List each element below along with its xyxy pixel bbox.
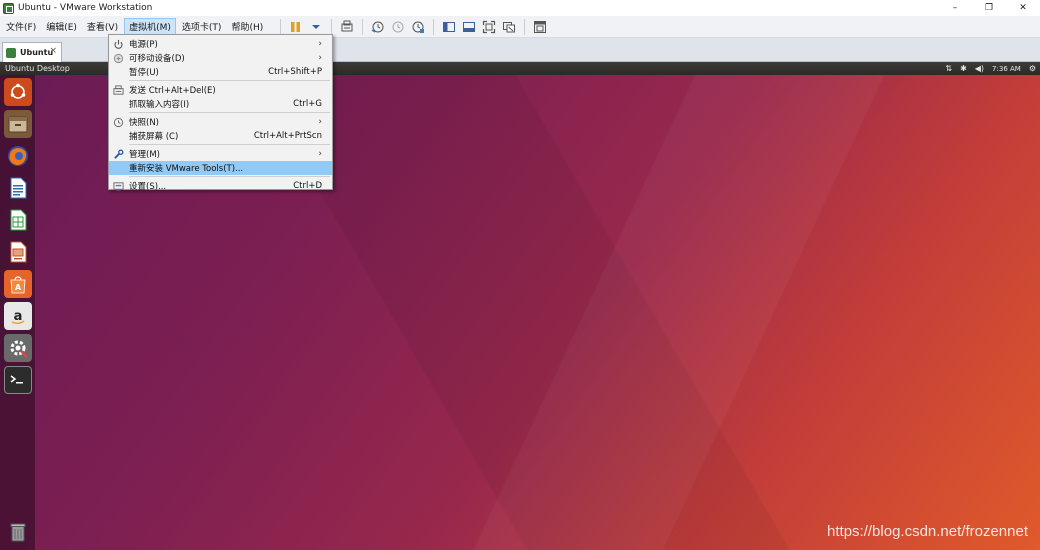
firefox-icon[interactable] — [4, 142, 32, 170]
submenu-arrow-icon: › — [318, 53, 322, 63]
menu-view[interactable]: 查看(V) — [83, 18, 122, 36]
console-view-icon[interactable] — [531, 18, 549, 36]
menu-item-removable-devices[interactable]: 可移动设备(D) › — [109, 51, 332, 65]
keyboard-icon — [112, 84, 124, 96]
thumbnail-view-icon[interactable] — [460, 18, 478, 36]
menu-item-capture-screen[interactable]: 捕获屏幕 (C) Ctrl+Alt+PrtScn — [109, 129, 332, 143]
power-icon — [112, 38, 124, 50]
window-controls: – ❐ ✕ — [938, 0, 1040, 16]
desktop-title: Ubuntu Desktop — [5, 64, 70, 73]
pause-icon[interactable] — [287, 18, 305, 36]
snapshot-take-icon[interactable] — [369, 18, 387, 36]
unity-launcher: A a — [0, 75, 36, 550]
menu-item-pause[interactable]: 暂停(U) Ctrl+Shift+P — [109, 65, 332, 79]
menu-item-manage[interactable]: 管理(M) › — [109, 147, 332, 161]
clock[interactable]: 7:36 AM — [992, 65, 1021, 73]
menu-item-label: 设置(S)... — [129, 182, 167, 192]
menu-vm[interactable]: 虚拟机(M) — [124, 17, 176, 36]
menu-item-label: 暂停(U) — [129, 68, 159, 78]
svg-text:a: a — [14, 309, 23, 324]
tab-label: Ubuntu — [20, 48, 54, 57]
submenu-arrow-icon: › — [318, 39, 322, 49]
menu-item-snapshot[interactable]: 快照(N) › — [109, 115, 332, 129]
fullscreen-icon[interactable] — [480, 18, 498, 36]
menu-item-shortcut: Ctrl+Alt+PrtScn — [253, 131, 322, 141]
menu-item-label: 捕获屏幕 (C) — [129, 132, 179, 142]
toolbar-separator — [433, 18, 435, 35]
svg-text:A: A — [15, 283, 22, 292]
snapshot-revert-icon[interactable] — [389, 18, 407, 36]
maximize-button[interactable]: ❐ — [972, 0, 1006, 16]
menu-item-shortcut: Ctrl+D — [293, 181, 322, 191]
wrench-icon — [112, 148, 124, 160]
window-title: Ubuntu - VMware Workstation — [18, 3, 153, 13]
menu-separator — [129, 112, 330, 113]
writer-icon[interactable] — [4, 174, 32, 202]
menu-file[interactable]: 文件(F) — [2, 18, 40, 36]
toolbar-separator — [331, 18, 333, 35]
software-center-icon[interactable]: A — [4, 270, 32, 298]
menu-item-power[interactable]: 电源(P) › — [109, 37, 332, 51]
submenu-arrow-icon: › — [318, 117, 322, 127]
close-button[interactable]: ✕ — [1006, 0, 1040, 16]
system-settings-icon[interactable] — [4, 334, 32, 362]
network-icon[interactable]: ⇅ — [945, 64, 952, 73]
settings-icon — [112, 180, 124, 192]
menu-separator — [129, 176, 330, 177]
removable-device-icon — [112, 52, 124, 64]
menu-item-grab-input[interactable]: 抓取输入内容(I) Ctrl+G — [109, 97, 332, 111]
menu-item-reinstall-vmware-tools[interactable]: 重新安装 VMware Tools(T)... — [109, 161, 332, 175]
menu-separator — [129, 144, 330, 145]
session-gear-icon[interactable]: ⚙ — [1029, 64, 1036, 73]
send-keys-icon[interactable] — [338, 18, 356, 36]
snapshot-icon — [112, 116, 124, 128]
menu-tabs[interactable]: 选项卡(T) — [178, 18, 226, 36]
toolbar-separator — [362, 18, 364, 35]
trash-icon[interactable] — [4, 518, 32, 546]
menu-item-label: 电源(P) — [129, 40, 158, 50]
impress-icon[interactable] — [4, 238, 32, 266]
calc-icon[interactable] — [4, 206, 32, 234]
volume-icon[interactable]: ◀) — [975, 64, 984, 73]
menu-item-label: 发送 Ctrl+Alt+Del(E) — [129, 86, 216, 96]
menu-item-settings[interactable]: 设置(S)... Ctrl+D — [109, 179, 332, 193]
vm-dropdown-menu: 电源(P) › 可移动设备(D) › 暂停(U) Ctrl+Shift+P 发送… — [108, 34, 333, 193]
menu-item-shortcut: Ctrl+Shift+P — [268, 67, 322, 77]
menu-item-label: 重新安装 VMware Tools(T)... — [129, 164, 244, 174]
menu-item-shortcut: Ctrl+G — [293, 99, 322, 109]
title-bar: Ubuntu - VMware Workstation – ❐ ✕ — [0, 0, 1040, 16]
toolbar-separator — [524, 18, 526, 35]
indicator-area: ⇅ ✱ ◀) 7:36 AM ⚙ — [945, 62, 1036, 75]
menu-item-label: 快照(N) — [129, 118, 159, 128]
minimize-button[interactable]: – — [938, 0, 972, 16]
unity-mode-icon[interactable] — [500, 18, 518, 36]
menu-separator — [129, 80, 330, 81]
chevron-down-icon[interactable] — [307, 18, 325, 36]
menu-item-label: 可移动设备(D) — [129, 54, 185, 64]
sidebar-view-icon[interactable] — [440, 18, 458, 36]
dash-home-icon[interactable] — [4, 78, 32, 106]
submenu-arrow-icon: › — [318, 149, 322, 159]
menu-item-label: 管理(M) — [129, 150, 160, 160]
toolbar-separator — [280, 18, 282, 35]
tab-ubuntu[interactable]: Ubuntu × — [2, 42, 62, 62]
menu-help[interactable]: 帮助(H) — [227, 18, 267, 36]
watermark: https://blog.csdn.net/frozennet — [827, 523, 1028, 540]
amazon-icon[interactable]: a — [4, 302, 32, 330]
terminal-icon[interactable] — [4, 366, 32, 394]
snapshot-manager-icon[interactable] — [409, 18, 427, 36]
menu-item-send-ctrl-alt-del[interactable]: 发送 Ctrl+Alt+Del(E) — [109, 83, 332, 97]
menu-item-label: 抓取输入内容(I) — [129, 100, 190, 110]
vm-icon — [6, 47, 16, 58]
tab-close-icon[interactable]: × — [49, 46, 57, 56]
menu-edit[interactable]: 编辑(E) — [42, 18, 81, 36]
files-icon[interactable] — [4, 110, 32, 138]
vmware-app-icon — [3, 2, 14, 14]
bluetooth-icon[interactable]: ✱ — [960, 64, 967, 73]
